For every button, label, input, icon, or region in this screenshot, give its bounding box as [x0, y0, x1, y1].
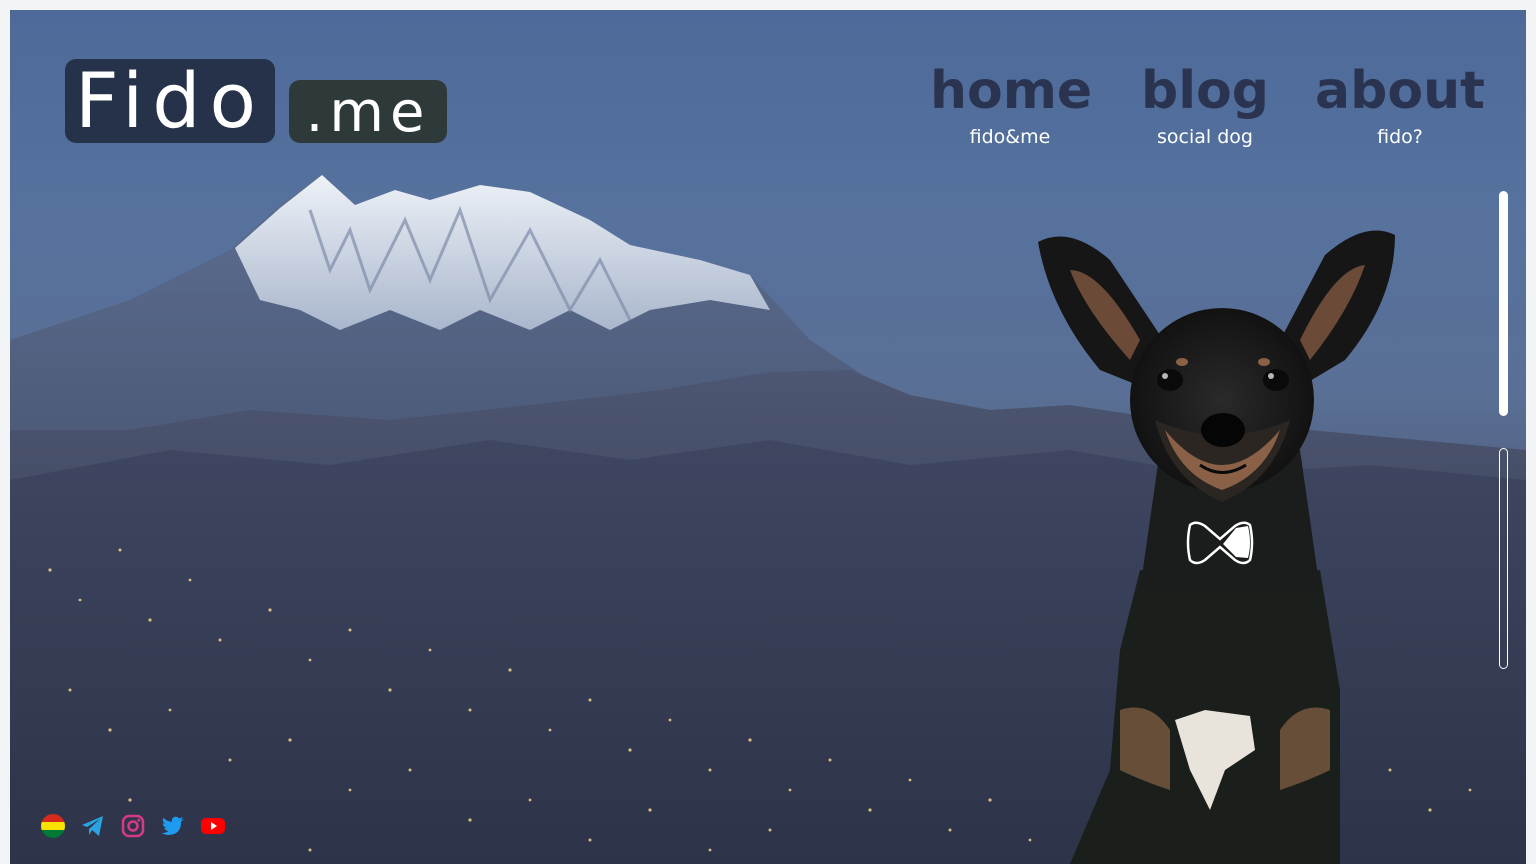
logo-main[interactable]: Fido — [65, 59, 275, 143]
nav-about[interactable]: about fido? — [1315, 60, 1485, 148]
nav-home-subtitle: fido&me — [969, 126, 1051, 148]
nav-about-title: about — [1315, 61, 1485, 121]
nav-home-title: home — [930, 61, 1093, 121]
twitter-icon[interactable] — [160, 813, 186, 839]
scroll-indicator-active[interactable] — [1499, 191, 1508, 416]
scroll-indicator-inactive[interactable] — [1499, 448, 1508, 669]
youtube-icon[interactable] — [200, 813, 226, 839]
nav-about-subtitle: fido? — [1377, 126, 1423, 148]
nav-home[interactable]: home fido&me — [930, 60, 1093, 148]
hero-section: Fido .me home fido&me blog social dog ab… — [10, 10, 1526, 864]
nav-blog-title: blog — [1141, 61, 1269, 121]
nav-blog-subtitle: social dog — [1157, 126, 1253, 148]
nav-blog[interactable]: blog social dog — [1130, 60, 1280, 148]
instagram-icon[interactable] — [120, 813, 146, 839]
bolivia-flag-icon[interactable] — [40, 813, 66, 839]
telegram-icon[interactable] — [80, 813, 106, 839]
logo-suffix[interactable]: .me — [289, 80, 447, 145]
social-links — [40, 813, 226, 839]
